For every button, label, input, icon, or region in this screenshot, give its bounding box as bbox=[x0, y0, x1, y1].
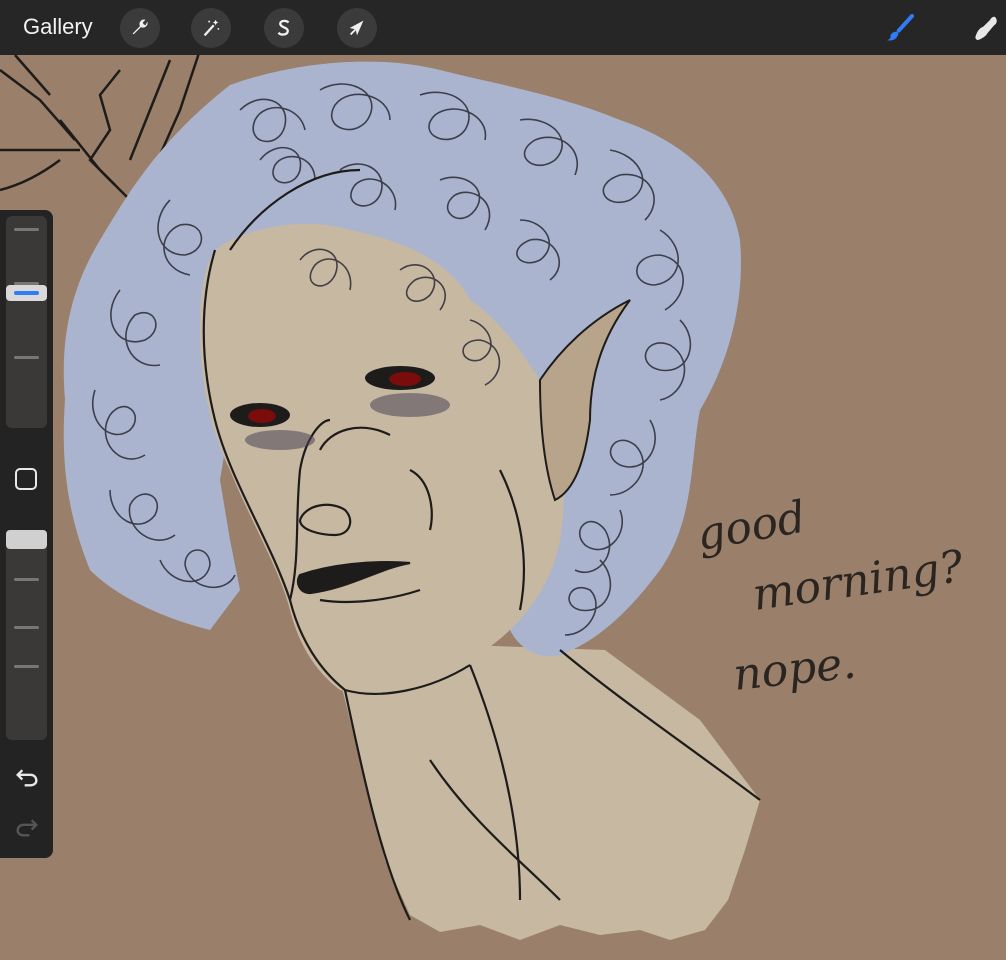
selection-s-icon bbox=[277, 19, 290, 36]
size-tick bbox=[14, 356, 39, 359]
opacity-slider[interactable] bbox=[6, 530, 47, 740]
wrench-icon bbox=[132, 19, 148, 35]
size-tick bbox=[14, 228, 39, 231]
opacity-tick bbox=[14, 665, 39, 668]
opacity-tick bbox=[14, 578, 39, 581]
top-toolbar: Gallery bbox=[0, 0, 1006, 55]
smudge-finger-icon bbox=[975, 16, 997, 40]
brush-button[interactable] bbox=[880, 8, 920, 48]
side-toolbar bbox=[0, 210, 53, 858]
magic-wand-icon bbox=[203, 19, 220, 37]
undo-icon[interactable] bbox=[13, 762, 41, 790]
redo-icon[interactable] bbox=[13, 812, 41, 840]
actions-button[interactable] bbox=[120, 8, 160, 48]
brush-size-slider[interactable] bbox=[6, 216, 47, 428]
brush-size-indicator bbox=[14, 290, 39, 295]
gallery-button[interactable]: Gallery bbox=[23, 14, 93, 40]
drawing-canvas[interactable]: good morning? nope. bbox=[0, 0, 1006, 960]
brush-icon bbox=[886, 14, 914, 41]
brush-size-thumb[interactable] bbox=[6, 284, 47, 301]
arrow-cursor-icon bbox=[349, 20, 364, 36]
opacity-thumb[interactable] bbox=[6, 530, 47, 549]
smudge-button[interactable] bbox=[966, 8, 1006, 48]
transform-button[interactable] bbox=[337, 8, 377, 48]
square-modify-icon[interactable] bbox=[15, 468, 37, 490]
opacity-tick bbox=[14, 626, 39, 629]
selection-button[interactable] bbox=[264, 8, 304, 48]
adjustments-button[interactable] bbox=[191, 8, 231, 48]
